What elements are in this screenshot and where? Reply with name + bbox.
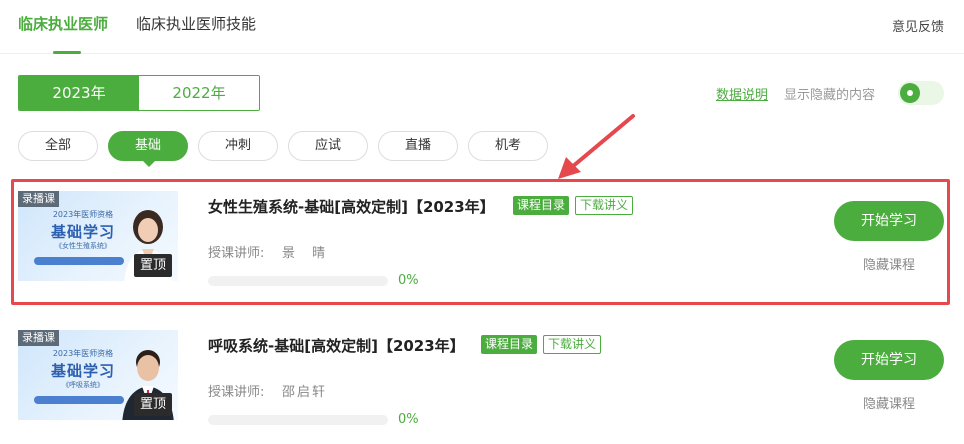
course-card: 录播课 2023年医师资格 基础学习 《呼吸系统》 置顶 呼吸系统-基础[高效定… [18, 319, 948, 439]
teacher-label: 授课讲师: [208, 246, 265, 261]
thumb-strip [34, 396, 124, 404]
course-catalog-button[interactable]: 课程目录 [513, 196, 570, 215]
progress-percent: 0% [398, 412, 419, 427]
year-option-2022[interactable]: 2022年 [139, 76, 259, 110]
recorded-badge: 录播课 [18, 191, 59, 207]
feedback-link[interactable]: 意见反馈 [892, 16, 944, 35]
course-thumbnail[interactable]: 录播课 2023年医师资格 基础学习 《呼吸系统》 置顶 [18, 330, 178, 420]
hide-course-link[interactable]: 隐藏课程 [834, 254, 944, 273]
teacher-name: 景 晴 [282, 246, 328, 261]
subject-tabs: 临床执业医师 临床执业医师技能 意见反馈 [0, 0, 964, 54]
filter-computer-exam[interactable]: 机考 [468, 131, 548, 161]
tab-clinical-physician[interactable]: 临床执业医师 [18, 14, 108, 34]
filter-basic[interactable]: 基础 [108, 131, 188, 161]
hide-course-link[interactable]: 隐藏课程 [834, 393, 944, 412]
filter-sprint[interactable]: 冲刺 [198, 131, 278, 161]
course-catalog-button[interactable]: 课程目录 [481, 335, 538, 354]
download-notes-button[interactable]: 下载讲义 [543, 335, 602, 354]
download-notes-button[interactable]: 下载讲义 [575, 196, 634, 215]
tab-clinical-physician-skills[interactable]: 临床执业医师技能 [136, 14, 256, 34]
show-hidden-toggle[interactable] [898, 81, 944, 105]
recorded-badge: 录播课 [18, 330, 59, 346]
toggle-knob [900, 83, 920, 103]
teacher-name: 邵启轩 [282, 385, 328, 400]
course-title[interactable]: 呼吸系统-基础[高效定制]【2023年】 [208, 335, 465, 356]
year-option-2023[interactable]: 2023年 [19, 76, 139, 110]
filter-all[interactable]: 全部 [18, 131, 98, 161]
progress-bar [208, 276, 388, 286]
progress-percent: 0% [398, 273, 419, 288]
course-thumbnail[interactable]: 录播课 2023年医师资格 基础学习 《女性生殖系统》 置顶 [18, 191, 178, 281]
start-learning-button[interactable]: 开始学习 [834, 340, 944, 380]
course-card: 录播课 2023年医师资格 基础学习 《女性生殖系统》 置顶 女性生殖系统-基础… [18, 180, 948, 300]
progress-bar [208, 415, 388, 425]
year-selector: 2023年 2022年 [18, 75, 260, 111]
thumb-strip [34, 257, 124, 265]
start-learning-button[interactable]: 开始学习 [834, 201, 944, 241]
teacher-label: 授课讲师: [208, 385, 265, 400]
filter-live[interactable]: 直播 [378, 131, 458, 161]
active-tab-indicator [53, 51, 81, 54]
show-hidden-label: 显示隐藏的内容 [784, 88, 876, 103]
active-filter-caret [142, 160, 156, 167]
data-explanation-link[interactable]: 数据说明 [716, 84, 768, 103]
filter-exam[interactable]: 应试 [288, 131, 368, 161]
pin-label[interactable]: 置顶 [134, 393, 172, 416]
course-title[interactable]: 女性生殖系统-基础[高效定制]【2023年】 [208, 196, 495, 217]
pin-label[interactable]: 置顶 [134, 254, 172, 277]
